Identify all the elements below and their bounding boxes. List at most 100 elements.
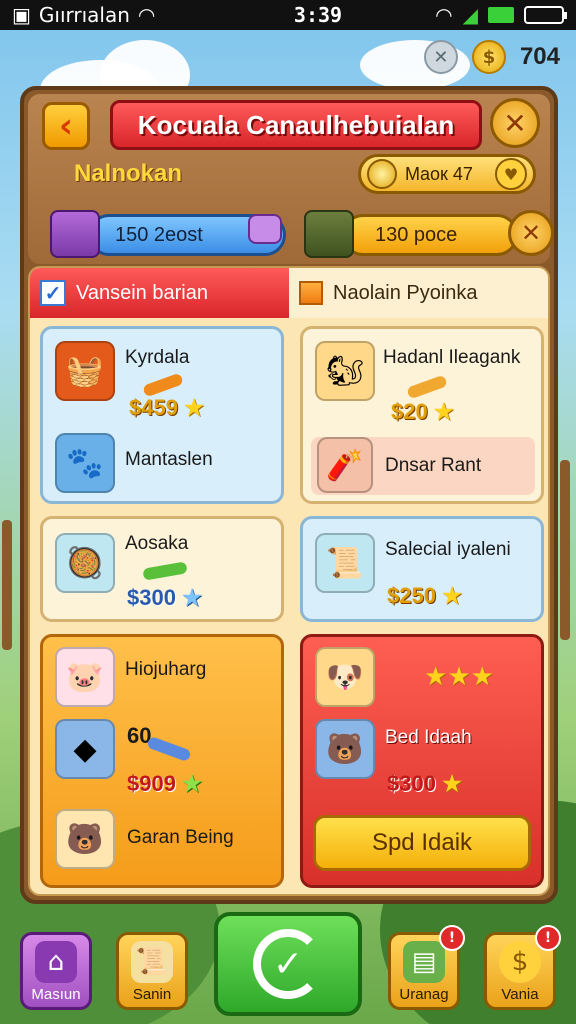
crystal-icon — [146, 735, 192, 763]
status-bar: ▣ Gıırrıalan ◠ 3:39 ◠ ◢ — [0, 0, 576, 30]
pig-icon: 🐷 — [55, 647, 115, 707]
star-icon: ★ — [442, 583, 462, 608]
shop-card-aosaka[interactable]: 🥘 Aosaka $300 ★ — [40, 516, 284, 622]
chevron-left-icon: ‹ — [58, 106, 73, 146]
scroll-icon: 📜 — [315, 533, 375, 593]
card-title: Bed Idaah — [385, 727, 472, 748]
panel-subtitle: Nalnokan — [74, 160, 183, 187]
gem-icon: ◆ — [55, 719, 115, 779]
card-title: Aosaka — [125, 533, 189, 554]
signal-icon: ◢ — [462, 3, 478, 27]
wifi-icon: ◠ — [435, 3, 453, 27]
nav-sanin[interactable]: 📜 Sanin — [116, 932, 188, 1010]
star-icon: ★ — [442, 771, 462, 796]
orange-square-icon — [299, 281, 323, 305]
page-title: Kocuala Canaulhebuialan — [137, 109, 455, 140]
nav-vania[interactable]: $ Vania ! — [484, 925, 561, 1010]
resource-right-bar: 130 poce — [342, 214, 518, 256]
refresh-check-icon: ✓ — [253, 929, 323, 999]
resource-left-label: 150 2eost — [115, 223, 203, 246]
fruit-basket-icon: 🧺 — [55, 341, 115, 401]
shop-card-kyrdala[interactable]: 🧺 Kyrdala $459 ★ 🐾 Mantaslen — [40, 326, 284, 504]
checkbox-checked-icon: ✓ — [40, 280, 66, 306]
chest-icon — [50, 210, 100, 258]
star-icon: ★ — [182, 585, 202, 610]
bear-icon: 🐻 — [55, 809, 115, 869]
nav-label: Sanin — [132, 986, 172, 1003]
back-button[interactable]: ‹ — [42, 102, 90, 150]
confirm-button[interactable]: ✓ — [214, 912, 362, 1016]
bear-icon: 🐻 — [315, 719, 375, 779]
card-title: Kyrdala — [125, 347, 190, 368]
card-title: Hiojuharg — [125, 659, 207, 680]
close-icon: ✕ — [503, 106, 527, 140]
close-icon[interactable]: ✕ — [423, 40, 458, 74]
star-icon: ★ — [433, 399, 454, 424]
mask-label: Maoк 47 — [405, 163, 473, 184]
tab-label: Vansein barian — [76, 281, 208, 304]
card-title: Hadanl Ileagank — [383, 347, 521, 368]
coin-count: 704 — [519, 43, 560, 70]
card-subtext: Dnsar Rant — [385, 455, 482, 476]
image-icon: ▣ — [12, 3, 31, 27]
card-price: $20 ★ — [391, 399, 454, 424]
title-banner: Kocuala Canaulhebuialan — [110, 100, 482, 150]
shop-card-salecial[interactable]: 📜 Salecial iyaleni $250 ★ — [300, 516, 544, 622]
avatar-icon — [248, 214, 282, 244]
nav-label: Masıun — [31, 986, 81, 1003]
items-icon: ★ ★ ★ — [424, 662, 494, 692]
creature-icon: 🐾 — [55, 433, 115, 493]
scroll-icon — [142, 372, 184, 398]
leaf-icon — [142, 561, 188, 581]
resource-right[interactable]: 130 poce ✕ — [304, 210, 554, 258]
heart-icon: ♥ — [495, 158, 527, 190]
star-icon: ★ — [182, 771, 202, 796]
card-price: $459 ★ — [129, 395, 204, 420]
house-icon: ⌂ — [35, 941, 77, 983]
tab-naolain[interactable]: Naolain Pyoinka — [289, 268, 548, 318]
star-icon: ★ — [184, 395, 204, 420]
mask-counter[interactable]: Maoк 47 ♥ — [358, 154, 536, 194]
shop-card-hiojuharg[interactable]: 🐷 Hiojuharg ◆ 60 $909 ★ 🐻 Garan Being — [40, 634, 284, 888]
close-icon[interactable]: ✕ — [508, 210, 554, 256]
tab-vansein[interactable]: ✓ Vansein barian — [30, 268, 289, 318]
tab-label: Naolain Pyoinka — [333, 281, 478, 304]
card-price: $250 ★ — [387, 583, 462, 608]
coin-icon — [367, 159, 397, 189]
clock: 3:39 — [293, 3, 343, 27]
card-price: $300 ★ — [387, 771, 462, 796]
scroll-icon: 📜 — [131, 941, 173, 983]
shop-card-hadanl[interactable]: 🐿 Hadanl Ileagank $20 ★ 🧨 Dnsar Rant — [300, 326, 544, 504]
alert-badge: ! — [535, 925, 561, 951]
shop-card-bed-idaah[interactable]: 🐶 ★ ★ ★ 🐻 Bed Idaah $300 ★ Spd Idaik — [300, 634, 544, 888]
currency-bar: ✕ $ 704 — [423, 40, 560, 74]
carrier-label: Gıırrıalan — [38, 3, 130, 27]
battery-icon — [488, 7, 514, 23]
buy-button[interactable]: Spd Idaik — [313, 815, 531, 871]
alert-badge: ! — [439, 925, 465, 951]
panel-header: ‹ Kocuala Canaulhebuialan ✕ Nalnokan Mao… — [28, 94, 554, 264]
card-title: Salecial iyaleni — [385, 539, 511, 560]
card-subtext: Mantaslen — [125, 449, 213, 470]
crate-icon — [304, 210, 354, 258]
nav-uranag[interactable]: ▤ Uranag ! — [388, 925, 465, 1010]
wifi-icon: ◠ — [137, 3, 156, 27]
card-subtext: Garan Being — [127, 827, 234, 848]
nav-masiun[interactable]: ⌂ Masıun — [20, 932, 92, 1010]
nav-label: Uranag — [399, 986, 449, 1003]
shop-content: ✓ Vansein barian Naolain Pyoinka 🧺 Kyrda… — [28, 266, 550, 896]
card-price: $909 ★ — [127, 771, 202, 796]
scroll-icon — [406, 374, 448, 400]
food-basket-icon: 🥘 — [55, 533, 115, 593]
tab-bar: ✓ Vansein barian Naolain Pyoinka — [30, 268, 548, 318]
close-button[interactable]: ✕ — [490, 98, 540, 148]
resource-left[interactable]: 150 2eost — [50, 210, 286, 258]
cash-icon: ▤ — [403, 941, 445, 983]
shop-panel: ‹ Kocuala Canaulhebuialan ✕ Nalnokan Mao… — [20, 86, 558, 904]
coin-icon: $ — [499, 941, 541, 983]
resource-right-label: 130 poce — [375, 223, 458, 246]
battery-outline-icon — [524, 6, 567, 24]
card-price: $300 ★ — [127, 585, 202, 610]
squirrel-icon: 🐿 — [315, 341, 375, 401]
dog-icon: 🐶 — [315, 647, 375, 707]
